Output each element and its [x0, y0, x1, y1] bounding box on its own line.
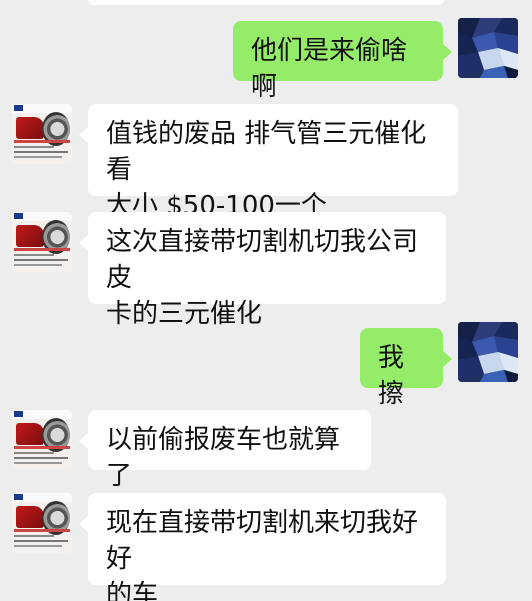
avatar-ad-text: [14, 146, 54, 148]
message-text: 我擦: [378, 343, 405, 409]
avatar-ad-text: [14, 264, 62, 266]
avatar-ad-text: [14, 540, 68, 542]
message-text: 他们是来偷啥啊: [251, 36, 408, 102]
avatar-ad-logo: [14, 213, 23, 219]
avatar-ad-logo: [14, 411, 23, 417]
avatar-ad-text: [14, 446, 70, 449]
message-text-line: 卡的三元催化: [106, 299, 263, 329]
avatar-ad-text: [14, 462, 62, 464]
self-avatar-image: [458, 18, 518, 78]
avatar-ad-text: [14, 151, 68, 153]
outgoing-bubble[interactable]: 我擦: [360, 328, 452, 409]
incoming-bubble[interactable]: 这次直接带切割机切我公司皮 卡的三元催化: [79, 212, 446, 329]
previous-bubble-fragment: [88, 0, 444, 5]
avatar-ad-car: [16, 423, 44, 445]
avatar-ad-text: [14, 529, 70, 532]
incoming-bubble[interactable]: 值钱的废品 排气管三元催化 看 大小 $50-100一个: [79, 104, 458, 221]
avatar-ad-text: [14, 535, 54, 537]
avatar-ad-text: [14, 545, 62, 547]
contact-avatar[interactable]: [12, 410, 72, 470]
avatar-ad-car: [16, 506, 44, 528]
contact-avatar[interactable]: [12, 212, 72, 272]
avatar-ad-text: [14, 248, 70, 251]
avatar-ad-car: [16, 117, 44, 139]
avatar-ad-logo: [14, 494, 23, 500]
incoming-bubble[interactable]: 现在直接带切割机来切我好好 的车: [79, 493, 446, 601]
avatar-ad-car: [16, 225, 44, 247]
avatar-ad-logo: [14, 105, 23, 111]
previous-message-edge: [0, 0, 532, 12]
incoming-bubble[interactable]: 以前偷报废车也就算了: [79, 410, 371, 491]
self-avatar-image: [458, 322, 518, 382]
message-text-line: 值钱的废品 排气管三元催化 看: [106, 119, 427, 185]
avatar-ad-text: [14, 259, 68, 261]
avatar-ad-text: [14, 457, 68, 459]
message-text-line: 现在直接带切割机来切我好好: [106, 508, 419, 574]
message-text-line: 这次直接带切割机切我公司皮: [106, 227, 419, 293]
message-text-line: 的车: [106, 580, 159, 601]
self-avatar[interactable]: [458, 18, 518, 78]
avatar-ad-text: [14, 140, 70, 143]
message-text: 以前偷报废车也就算了: [106, 425, 341, 491]
self-avatar[interactable]: [458, 322, 518, 382]
avatar-ad-text: [14, 254, 54, 256]
outgoing-bubble[interactable]: 他们是来偷啥啊: [233, 21, 452, 102]
avatar-ad-text: [14, 452, 54, 454]
contact-avatar[interactable]: [12, 493, 72, 553]
avatar-ad-text: [14, 156, 62, 158]
contact-avatar[interactable]: [12, 104, 72, 164]
